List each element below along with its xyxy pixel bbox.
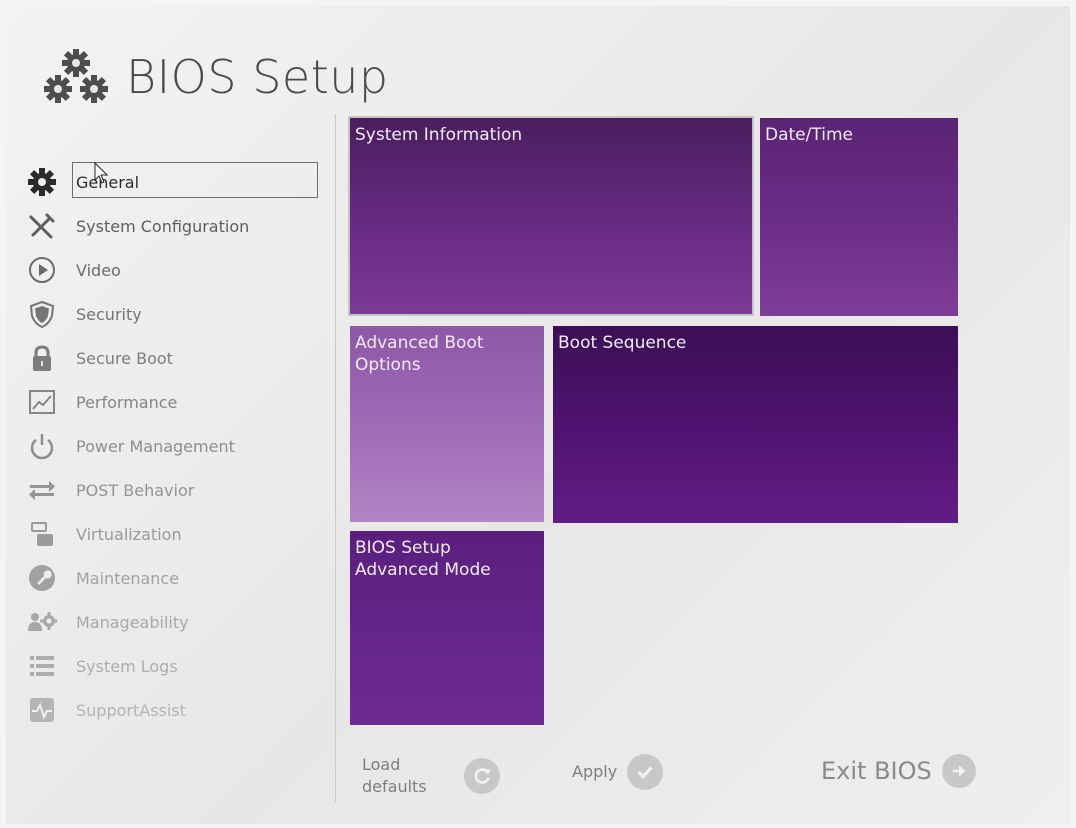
sidebar-item-label: Manageability [76, 612, 189, 632]
sidebar-item-power-management[interactable]: Power Management [24, 424, 324, 468]
server-icon [24, 516, 60, 552]
header: BIOS Setup [44, 42, 389, 112]
tile-boot-sequence[interactable]: Boot Sequence [553, 326, 958, 523]
selection-box [72, 162, 318, 198]
tile-label: Boot Sequence [558, 333, 687, 353]
sidebar-item-label: Video [76, 260, 121, 280]
exit-bios-label: Exit BIOS [821, 757, 932, 785]
power-icon [24, 428, 60, 464]
tile-bios-setup-advanced-mode[interactable]: BIOS Setup Advanced Mode [350, 531, 544, 725]
sidebar-item-label: POST Behavior [76, 480, 195, 500]
heartbeat-icon [24, 692, 60, 728]
tile-label: System Information [355, 125, 523, 145]
bios-screen: BIOS Setup General System Configuration [6, 6, 1070, 824]
lock-icon [24, 340, 60, 376]
divider [335, 114, 336, 802]
sidebar-item-performance[interactable]: Performance [24, 380, 324, 424]
sidebar-nav: General System Configuration Video Secur… [24, 160, 324, 732]
gear-icon [24, 164, 60, 200]
play-circle-icon [24, 252, 60, 288]
sidebar-item-system-logs[interactable]: System Logs [24, 644, 324, 688]
tile-label: Advanced Boot Options [355, 333, 484, 375]
apply-button[interactable]: Apply [572, 754, 664, 790]
wrench-icon [24, 560, 60, 596]
sidebar-item-label: Performance [76, 392, 178, 412]
sidebar-item-secure-boot[interactable]: Secure Boot [24, 336, 324, 380]
sidebar-item-manageability[interactable]: Manageability [24, 600, 324, 644]
shield-icon [24, 296, 60, 332]
sidebar-item-label: System Configuration [76, 216, 250, 236]
sidebar-item-video[interactable]: Video [24, 248, 324, 292]
apply-label: Apply [572, 762, 618, 781]
users-gear-icon [24, 604, 60, 640]
sidebar-item-system-configuration[interactable]: System Configuration [24, 204, 324, 248]
tile-date-time[interactable]: Date/Time [760, 118, 958, 316]
refresh-icon [464, 758, 500, 794]
chart-icon [24, 384, 60, 420]
sidebar-item-label: Secure Boot [76, 348, 173, 368]
sidebar-item-maintenance[interactable]: Maintenance [24, 556, 324, 600]
arrow-right-icon [941, 754, 976, 788]
tile-system-information[interactable]: System Information [348, 116, 754, 316]
action-bar: Load defaults Apply Exit BIOS [336, 746, 976, 806]
sidebar-item-security[interactable]: Security [24, 292, 324, 336]
tile-advanced-boot-options[interactable]: Advanced Boot Options [350, 326, 544, 522]
sidebar-item-label: SupportAssist [76, 700, 186, 720]
gears-icon [44, 49, 108, 103]
exit-bios-button[interactable]: Exit BIOS [821, 754, 976, 788]
arrows-icon [24, 472, 60, 508]
page-title: BIOS Setup [126, 50, 389, 104]
load-defaults-label: Load defaults [362, 755, 427, 796]
sidebar-item-label: Maintenance [76, 568, 180, 588]
tile-label: Date/Time [765, 125, 853, 145]
tile-label: BIOS Setup Advanced Mode [355, 538, 491, 580]
sidebar-item-post-behavior[interactable]: POST Behavior [24, 468, 324, 512]
sidebar-item-supportassist[interactable]: SupportAssist [24, 688, 324, 732]
sidebar-item-label: Virtualization [76, 524, 182, 544]
tools-icon [24, 208, 60, 244]
sidebar-item-label: Power Management [76, 436, 235, 456]
sidebar-item-label: Security [76, 304, 142, 324]
sidebar-item-label: System Logs [76, 656, 178, 676]
check-icon [627, 754, 664, 790]
load-defaults-button[interactable]: Load defaults [362, 754, 500, 798]
list-icon [24, 648, 60, 684]
sidebar-item-virtualization[interactable]: Virtualization [24, 512, 324, 556]
sidebar-item-general[interactable]: General [24, 160, 324, 204]
